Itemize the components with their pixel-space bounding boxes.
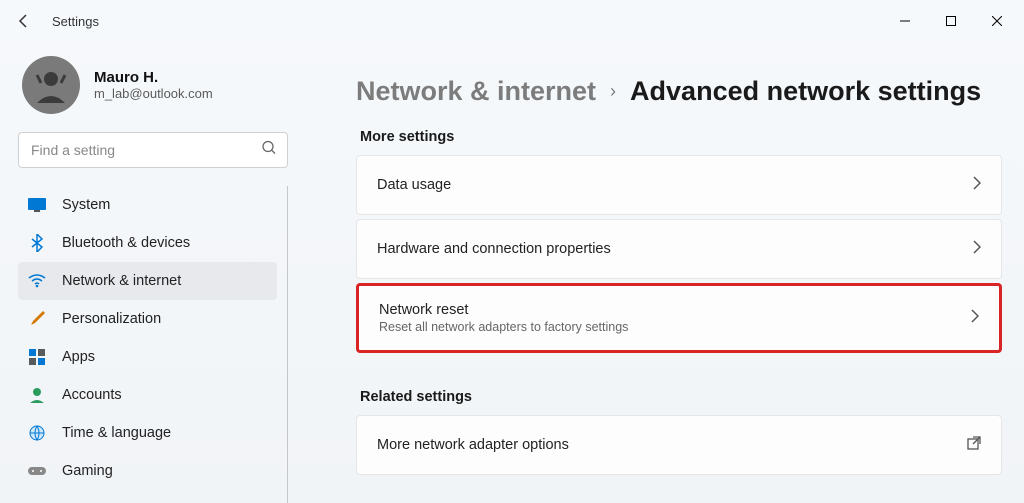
gamepad-icon	[28, 462, 46, 480]
bluetooth-icon	[28, 234, 46, 252]
breadcrumb-parent[interactable]: Network & internet	[356, 76, 596, 107]
card-more-adapter-options[interactable]: More network adapter options	[356, 415, 1002, 475]
close-button[interactable]	[974, 5, 1020, 37]
section-header-more: More settings	[360, 129, 1002, 145]
sidebar-item-network[interactable]: Network & internet	[18, 262, 277, 300]
external-link-icon	[967, 436, 981, 455]
card-title: Data usage	[377, 177, 973, 193]
avatar-icon	[31, 65, 71, 105]
sidebar-item-label: Gaming	[62, 463, 113, 479]
chevron-right-icon	[973, 240, 981, 259]
search-input[interactable]	[18, 132, 288, 168]
card-title: More network adapter options	[377, 437, 967, 453]
card-title: Network reset	[379, 302, 971, 318]
user-name: Mauro H.	[94, 69, 213, 86]
sidebar-item-label: Time & language	[62, 425, 171, 441]
chevron-right-icon	[973, 176, 981, 195]
breadcrumb-current: Advanced network settings	[630, 76, 981, 107]
minimize-icon	[900, 16, 910, 26]
sidebar-item-system[interactable]: System	[18, 186, 277, 224]
sidebar-item-gaming[interactable]: Gaming	[18, 452, 277, 490]
sidebar-item-label: Apps	[62, 349, 95, 365]
sidebar-item-label: Network & internet	[62, 273, 181, 289]
paintbrush-icon	[28, 310, 46, 328]
card-hardware-properties[interactable]: Hardware and connection properties	[356, 219, 1002, 279]
wifi-icon	[28, 272, 46, 290]
user-profile[interactable]: Mauro H. m_lab@outlook.com	[22, 56, 288, 114]
person-icon	[28, 386, 46, 404]
card-title: Hardware and connection properties	[377, 241, 973, 257]
close-icon	[992, 16, 1002, 26]
globe-icon	[28, 424, 46, 442]
section-header-related: Related settings	[360, 389, 1002, 405]
avatar	[22, 56, 80, 114]
maximize-button[interactable]	[928, 5, 974, 37]
sidebar-item-bluetooth[interactable]: Bluetooth & devices	[18, 224, 277, 262]
app-title: Settings	[52, 14, 99, 29]
user-email: m_lab@outlook.com	[94, 86, 213, 101]
card-network-reset[interactable]: Network reset Reset all network adapters…	[356, 283, 1002, 353]
sidebar-item-label: Personalization	[62, 311, 161, 327]
breadcrumb: Network & internet › Advanced network se…	[356, 76, 1002, 107]
apps-icon	[28, 348, 46, 366]
chevron-right-icon: ›	[610, 81, 616, 102]
sidebar-item-personalization[interactable]: Personalization	[18, 300, 277, 338]
chevron-right-icon	[971, 309, 979, 328]
card-data-usage[interactable]: Data usage	[356, 155, 1002, 215]
sidebar-item-label: Bluetooth & devices	[62, 235, 190, 251]
sidebar-item-apps[interactable]: Apps	[18, 338, 277, 376]
sidebar-item-label: System	[62, 197, 110, 213]
sidebar-item-label: Accounts	[62, 387, 122, 403]
sidebar-item-time[interactable]: Time & language	[18, 414, 277, 452]
maximize-icon	[946, 16, 956, 26]
arrow-left-icon	[16, 13, 32, 29]
back-button[interactable]	[4, 1, 44, 41]
sidebar-item-accounts[interactable]: Accounts	[18, 376, 277, 414]
search-icon	[262, 141, 276, 160]
card-subtitle: Reset all network adapters to factory se…	[379, 320, 971, 334]
monitor-icon	[28, 196, 46, 214]
minimize-button[interactable]	[882, 5, 928, 37]
